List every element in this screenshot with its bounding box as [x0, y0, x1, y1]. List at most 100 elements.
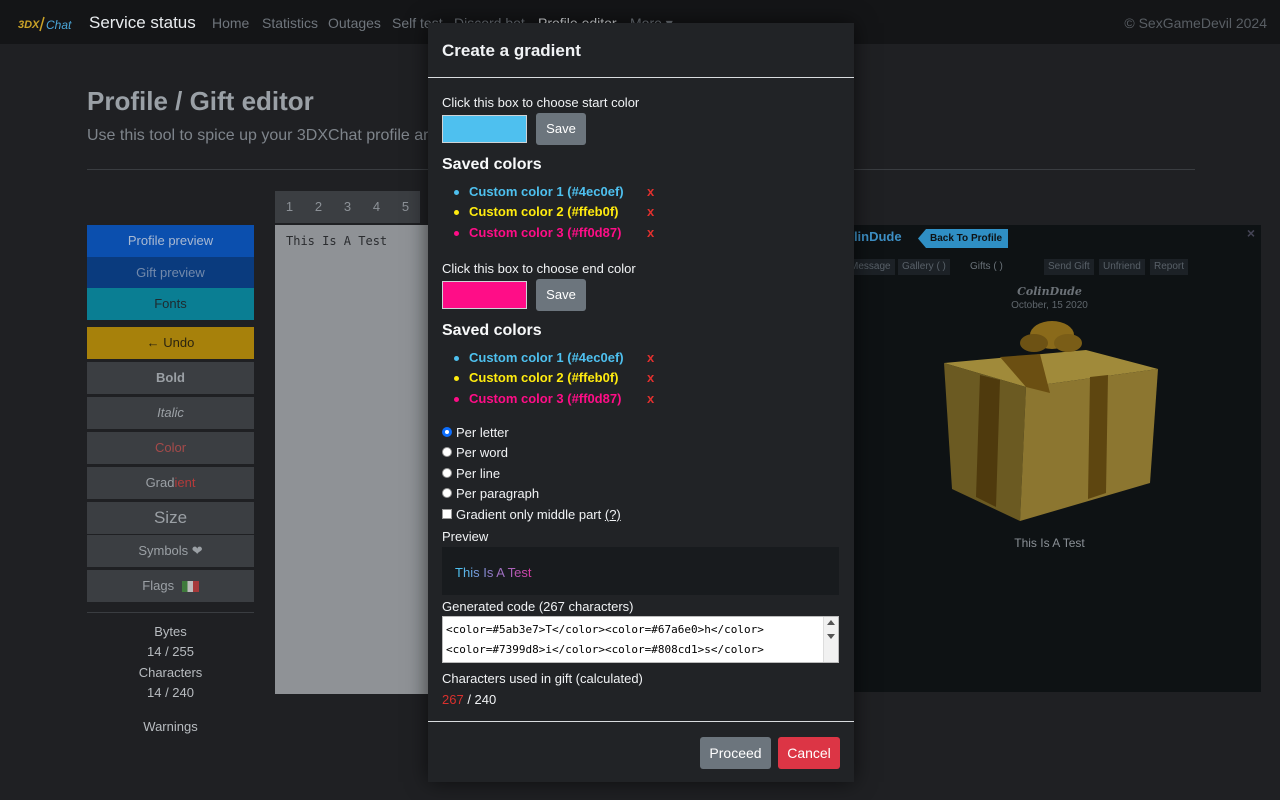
bullet-icon	[454, 231, 459, 236]
scrollbar[interactable]	[823, 617, 838, 662]
per-line-label[interactable]: Per line	[456, 466, 500, 481]
editor-tabs: 1 2 3 4 5	[275, 191, 420, 223]
page-subtitle: Use this tool to spice up your 3DXChat p…	[87, 127, 429, 144]
gradient-button[interactable]: Gradient	[87, 467, 254, 499]
italy-flag-icon	[181, 581, 199, 593]
delete-color-icon[interactable]: x	[647, 225, 654, 240]
code-line: <color=#7399d8>i</color><color=#808cd1>s…	[446, 643, 764, 656]
color-button[interactable]: Color	[87, 432, 254, 464]
characters-value: 14 / 240	[147, 685, 194, 700]
flags-button[interactable]: Flags	[87, 570, 254, 602]
per-word-label[interactable]: Per word	[456, 445, 508, 460]
generated-code-label: Generated code (267 characters)	[442, 599, 634, 614]
italic-button[interactable]: Italic	[87, 397, 254, 429]
preview-box: This Is A Test	[442, 547, 839, 595]
bytes-label: Bytes	[154, 624, 187, 639]
tab-2[interactable]: 2	[304, 191, 333, 223]
tab-5[interactable]: 5	[391, 191, 420, 223]
per-line-radio[interactable]	[442, 468, 452, 478]
gift-sender: ColinDude	[1017, 285, 1082, 298]
saved-color-label[interactable]: Custom color 2 (#ffeb0f)	[469, 370, 619, 385]
per-letter-radio[interactable]	[442, 427, 452, 437]
gift-box-image	[944, 321, 1158, 521]
preview-letter: t	[527, 565, 532, 580]
report-tab[interactable]: Report	[1150, 259, 1189, 275]
bytes-value: 14 / 255	[147, 644, 194, 659]
preview-label: Preview	[442, 529, 489, 544]
save-end-color-button[interactable]: Save	[536, 279, 586, 311]
chars-max: / 240	[463, 692, 497, 707]
tab-3[interactable]: 3	[333, 191, 362, 223]
per-paragraph-label[interactable]: Per paragraph	[456, 486, 539, 501]
nav-home[interactable]: Home	[212, 15, 249, 31]
tab-4[interactable]: 4	[362, 191, 391, 223]
gift-preview-panel: olinDude Back To Profile × Message Galle…	[846, 225, 1261, 692]
delete-color-icon[interactable]: x	[647, 184, 654, 199]
middle-only-label[interactable]: Gradient only middle part (?)	[456, 507, 621, 522]
unfriend-tab[interactable]: Unfriend	[1099, 259, 1145, 275]
bullet-icon	[454, 397, 459, 402]
middle-only-checkbox[interactable]	[442, 509, 452, 519]
brand-title[interactable]: Service status	[89, 13, 196, 33]
nav-statistics[interactable]: Statistics	[262, 15, 318, 31]
editor-textarea[interactable]: This Is A Test	[275, 225, 435, 694]
per-paragraph-radio[interactable]	[442, 488, 452, 498]
per-letter-label[interactable]: Per letter	[456, 425, 509, 440]
svg-text:Chat: Chat	[46, 18, 72, 32]
scroll-down-icon[interactable]	[827, 634, 835, 639]
characters-label: Characters	[138, 665, 203, 680]
help-link[interactable]: (?)	[605, 507, 621, 522]
end-color-picker[interactable]	[442, 281, 527, 309]
scroll-up-icon[interactable]	[827, 620, 835, 625]
size-button[interactable]: Size	[87, 502, 254, 534]
start-color-picker[interactable]	[442, 115, 527, 143]
saved-color-label[interactable]: Custom color 3 (#ff0d87)	[469, 391, 621, 406]
bold-button[interactable]: Bold	[87, 362, 254, 394]
back-to-profile-button[interactable]: Back To Profile	[918, 229, 1009, 248]
tab-1[interactable]: 1	[275, 191, 304, 223]
bullet-icon	[454, 190, 459, 195]
bullet-icon	[454, 376, 459, 381]
brand-logo[interactable]: 3DX Chat	[17, 11, 75, 35]
preview-letter: s	[473, 565, 480, 580]
gradient-label-a: Grad	[145, 475, 175, 490]
saved-color-label[interactable]: Custom color 1 (#4ec0ef)	[469, 184, 624, 199]
symbols-button[interactable]: Symbols ❤	[87, 535, 254, 567]
gallery-tab[interactable]: Gallery ( )	[898, 259, 950, 275]
generated-code-textarea[interactable]: <color=#5ab3e7>T</color><color=#67a6e0>h…	[442, 616, 839, 663]
saved-color-label[interactable]: Custom color 1 (#4ec0ef)	[469, 350, 624, 365]
delete-color-icon[interactable]: x	[647, 391, 654, 406]
saved-colors-heading-start: Saved colors	[442, 156, 542, 173]
profile-preview-button[interactable]: Profile preview	[87, 225, 254, 257]
close-icon[interactable]: ×	[1247, 225, 1255, 241]
modal-title: Create a gradient	[442, 41, 581, 60]
delete-color-icon[interactable]: x	[647, 350, 654, 365]
sidebar-divider	[87, 612, 254, 613]
bullet-icon	[454, 356, 459, 361]
send-gift-tab[interactable]: Send Gift	[1044, 259, 1094, 275]
gift-message: This Is A Test	[1014, 536, 1085, 550]
profile-name: olinDude	[846, 229, 902, 244]
fonts-button[interactable]: Fonts	[87, 288, 254, 320]
saved-color-label[interactable]: Custom color 3 (#ff0d87)	[469, 225, 621, 240]
chars-used-label: Characters used in gift (calculated)	[442, 671, 643, 686]
gift-preview-button[interactable]: Gift preview	[87, 257, 254, 288]
modal-footer-divider	[428, 721, 854, 722]
copyright: © SexGameDevil 2024	[1124, 15, 1267, 31]
cancel-button[interactable]: Cancel	[778, 737, 840, 769]
gifts-tab[interactable]: Gifts ( )	[964, 259, 1009, 275]
save-start-color-button[interactable]: Save	[536, 113, 586, 145]
modal-header: Create a gradient	[428, 23, 854, 78]
undo-button[interactable]: ← Undo	[87, 327, 254, 359]
proceed-button[interactable]: Proceed	[700, 737, 771, 769]
end-color-label: Click this box to choose end color	[442, 261, 636, 276]
chars-used-value: 267 / 240	[442, 692, 496, 707]
saved-color-label[interactable]: Custom color 2 (#ffeb0f)	[469, 204, 619, 219]
delete-color-icon[interactable]: x	[647, 204, 654, 219]
bullet-icon	[454, 210, 459, 215]
nav-outages[interactable]: Outages	[328, 15, 381, 31]
page-title: Profile / Gift editor	[87, 86, 314, 116]
per-word-radio[interactable]	[442, 447, 452, 457]
delete-color-icon[interactable]: x	[647, 370, 654, 385]
gradient-modal: Create a gradient Click this box to choo…	[428, 23, 854, 782]
